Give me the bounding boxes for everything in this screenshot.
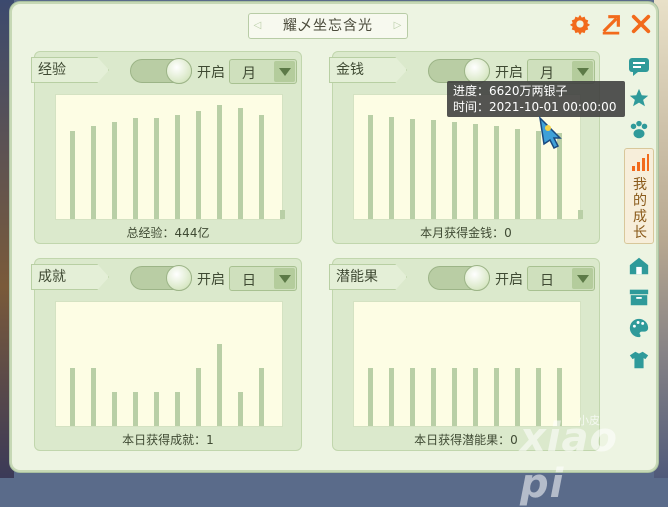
panel-label: 金钱 [329, 57, 407, 83]
chart-bar[interactable] [368, 368, 373, 426]
cursor-icon [536, 115, 568, 150]
chart-bar[interactable] [70, 131, 75, 219]
toggle-knob[interactable] [464, 265, 490, 291]
panel-experience: 经验 开启 月 总经验：444亿 [31, 51, 302, 244]
title-right-ornament: ▷ [393, 20, 403, 31]
bar-chart [55, 94, 285, 220]
gear-icon[interactable] [567, 11, 593, 37]
chart-bar[interactable] [133, 118, 138, 219]
chart-bar[interactable] [259, 115, 264, 219]
chart-bar[interactable] [175, 115, 180, 219]
palette-icon[interactable] [627, 316, 651, 340]
chart-bar[interactable] [217, 105, 222, 219]
paw-icon[interactable] [627, 118, 651, 142]
toggle-switch[interactable] [428, 58, 490, 84]
watermark-logo: xiao pi [520, 415, 618, 507]
period-value: 日 [540, 273, 554, 289]
toggle-label: 开启 [197, 272, 225, 288]
toggle-knob[interactable] [166, 58, 192, 84]
watermark-small: 小皮 [578, 414, 600, 427]
summary-text: 本月获得金钱：0 [420, 226, 512, 240]
home-icon[interactable] [627, 254, 651, 278]
side-tab-label: 我的成长 [633, 177, 647, 241]
tooltip: 进度：6620万两银子 时间：2021-10-01 00:00:00 [447, 81, 625, 117]
panel-label: 潜能果 [329, 264, 407, 290]
panel-label: 经验 [31, 57, 109, 83]
chart-bar[interactable] [133, 392, 138, 426]
chart-bar[interactable] [494, 368, 499, 426]
chart-bar[interactable] [196, 368, 201, 426]
shirt-icon[interactable] [627, 348, 651, 372]
chart-bar[interactable] [410, 368, 415, 426]
chart-bar[interactable] [154, 118, 159, 219]
bar-chart [55, 301, 283, 427]
chat-icon[interactable] [627, 55, 651, 79]
tab-my-growth[interactable]: 我的成长 [624, 148, 654, 244]
growth-icon [630, 153, 650, 177]
chevron-down-icon[interactable] [572, 61, 593, 82]
chart-bar[interactable] [389, 117, 394, 219]
tooltip-time: 时间：2021-10-01 00:00:00 [453, 100, 617, 114]
period-value: 月 [540, 66, 554, 82]
chart-bar[interactable] [431, 368, 436, 426]
toggle-label: 开启 [495, 65, 523, 81]
chart-bar[interactable] [473, 368, 478, 426]
chart-bar[interactable] [494, 126, 499, 219]
chart-bar[interactable] [238, 392, 243, 426]
chart-bar[interactable] [280, 210, 285, 219]
chart-bar[interactable] [112, 392, 117, 426]
growth-window: ◁ 耀乄坐忘含光 ▷ 经验 开启 月 总经验：444亿 金钱 开启 月 本月获得… [10, 2, 658, 472]
summary-text: 本日获得成就：1 [122, 433, 214, 447]
chart-bar[interactable] [431, 120, 436, 219]
chart-bar[interactable] [70, 368, 75, 426]
chevron-down-icon[interactable] [572, 268, 593, 289]
toggle-label: 开启 [495, 272, 523, 288]
chart-bar[interactable] [368, 115, 373, 219]
chart-bar[interactable] [91, 368, 96, 426]
chart-bar[interactable] [112, 122, 117, 219]
toggle-switch[interactable] [428, 265, 490, 291]
chart-bar[interactable] [238, 108, 243, 219]
summary-text: 总经验：444亿 [126, 226, 210, 240]
panel-label: 成就 [31, 264, 109, 290]
tooltip-progress: 进度：6620万两银子 [453, 84, 568, 98]
chart-bar[interactable] [410, 119, 415, 219]
chart-bar[interactable] [578, 210, 583, 219]
period-dropdown[interactable]: 日 [229, 266, 297, 291]
period-dropdown[interactable]: 月 [229, 59, 297, 84]
chart-bar[interactable] [452, 368, 457, 426]
popout-icon[interactable] [598, 11, 624, 37]
chart-bar[interactable] [217, 344, 222, 426]
star-icon[interactable] [627, 86, 651, 110]
chevron-down-icon[interactable] [274, 61, 295, 82]
chart-bar[interactable] [515, 129, 520, 219]
toggle-knob[interactable] [166, 265, 192, 291]
close-icon[interactable] [628, 11, 654, 37]
chevron-down-icon[interactable] [274, 268, 295, 289]
bar-chart [353, 301, 581, 427]
chart-bar[interactable] [259, 368, 264, 426]
toggle-switch[interactable] [130, 265, 192, 291]
window-title-bar: ◁ 耀乄坐忘含光 ▷ [248, 13, 408, 39]
panel-achievement: 成就 开启 日 本日获得成就：1 [31, 258, 302, 451]
toggle-label: 开启 [197, 65, 225, 81]
chart-bar[interactable] [91, 126, 96, 219]
chart-bar[interactable] [175, 392, 180, 426]
box-icon[interactable] [627, 285, 651, 309]
window-title: 耀乄坐忘含光 [283, 18, 373, 34]
chart-bar[interactable] [452, 122, 457, 219]
toggle-switch[interactable] [130, 58, 192, 84]
title-left-ornament: ◁ [253, 20, 263, 31]
period-value: 日 [242, 273, 256, 289]
chart-bar[interactable] [154, 392, 159, 426]
chart-bar[interactable] [473, 124, 478, 219]
side-nav: 我的成长 [624, 48, 654, 378]
chart-bar[interactable] [389, 368, 394, 426]
period-value: 月 [242, 66, 256, 82]
chart-bar[interactable] [196, 111, 201, 219]
period-dropdown[interactable]: 日 [527, 266, 595, 291]
